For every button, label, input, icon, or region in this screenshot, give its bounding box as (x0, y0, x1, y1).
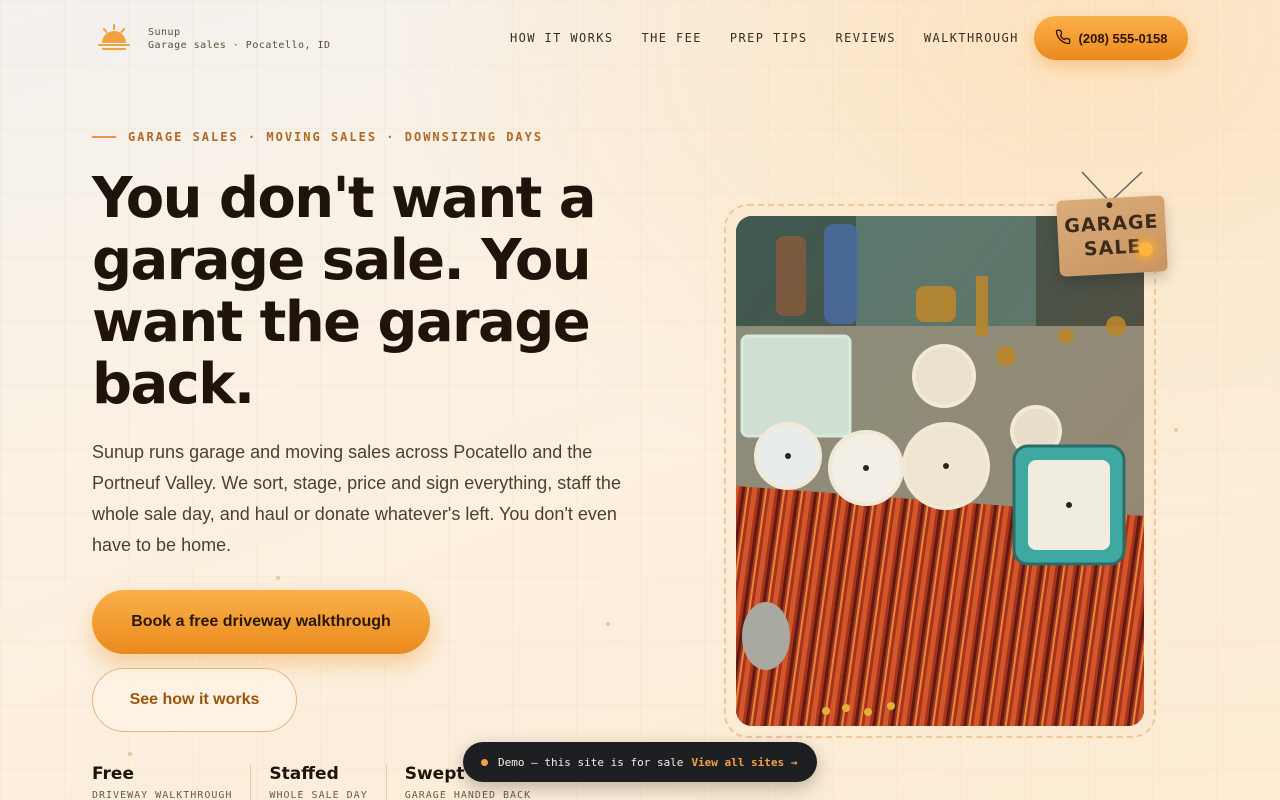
sunrise-icon (96, 24, 132, 54)
nav-how-it-works[interactable]: HOW IT WORKS (510, 31, 614, 45)
stat-title: Staffed (269, 764, 339, 784)
book-walkthrough-button[interactable]: Book a free driveway walkthrough (92, 590, 430, 654)
eyebrow-rule (92, 136, 116, 138)
demo-banner: Demo — this site is for sale View all si… (463, 742, 817, 782)
view-all-sites-link[interactable]: View all sites → (691, 756, 797, 769)
main-nav: HOW IT WORKS THE FEE PREP TIPS REVIEWS W… (510, 31, 1047, 45)
site-header: Sunup Garage sales · Pocatello, ID HOW I… (0, 0, 1280, 76)
decor-dot (1174, 428, 1178, 432)
nav-reviews[interactable]: REVIEWS (836, 31, 896, 45)
nav-the-fee[interactable]: THE FEE (642, 31, 702, 45)
phone-number: (208) 555-0158 (1078, 30, 1168, 46)
see-how-it-works-button[interactable]: See how it works (92, 668, 297, 732)
stat-staffed: Staffed WHOLE SALE DAY (269, 764, 387, 800)
logo[interactable]: Sunup Garage sales · Pocatello, ID (96, 24, 331, 54)
decor-dot (276, 576, 280, 580)
garage-sale-photo (736, 216, 1144, 726)
stat-title: Free (92, 764, 134, 784)
tag-line-1: GARAGE (1063, 210, 1159, 238)
stat-caption: WHOLE SALE DAY (269, 790, 368, 800)
status-dot (481, 758, 488, 766)
phone-button[interactable]: (208) 555-0158 (1034, 16, 1188, 60)
nav-walkthrough[interactable]: WALKTHROUGH (924, 31, 1019, 45)
decor-dot (606, 622, 610, 626)
tag-hole (1106, 201, 1113, 209)
decor-dot (128, 752, 132, 756)
eyebrow-text: GARAGE SALES · MOVING SALES · DOWNSIZING… (128, 130, 544, 144)
stat-free: Free DRIVEWAY WALKTHROUGH (92, 764, 252, 800)
hero-headline: You don't want a garage sale. You want t… (92, 166, 597, 417)
brand-name: Sunup (148, 27, 181, 38)
nav-prep-tips[interactable]: PREP TIPS (730, 31, 808, 45)
stat-caption: DRIVEWAY WALKTHROUGH (92, 790, 233, 800)
tag-sun-icon (1138, 241, 1154, 257)
brand-tagline: Garage sales · Pocatello, ID (148, 40, 331, 51)
demo-text: Demo — this site is for sale (498, 755, 684, 769)
hero-lede: Sunup runs garage and moving sales acros… (92, 442, 621, 555)
garage-sale-tag: GARAGE SALE (1056, 195, 1168, 277)
stat-caption: GARAGE HANDED BACK (404, 790, 532, 800)
tag-line-2: SALE (1083, 235, 1142, 261)
hero-eyebrow: GARAGE SALES · MOVING SALES · DOWNSIZING… (92, 130, 543, 144)
phone-icon (1055, 29, 1071, 48)
